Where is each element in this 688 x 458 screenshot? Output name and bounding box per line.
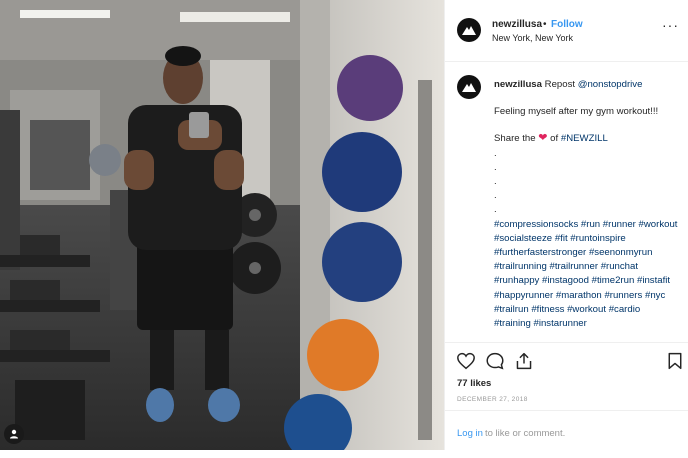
profile-avatar[interactable] <box>457 18 481 42</box>
caption-avatar[interactable] <box>457 75 481 99</box>
hashtag-link[interactable]: #runtoinspire <box>570 233 625 244</box>
hashtag-link[interactable]: #happyrunner <box>494 290 553 301</box>
hashtag-link[interactable]: #trailrunner <box>549 261 598 272</box>
person-icon <box>10 429 18 439</box>
hashtag-link[interactable]: #runners <box>604 290 642 301</box>
caption-area: newzillusa Repost @nonstopdrive Feeling … <box>445 63 688 342</box>
caption-username[interactable]: newzillusa <box>494 79 542 90</box>
follow-button[interactable]: Follow <box>551 19 583 30</box>
tagged-user-icon[interactable] <box>4 424 24 444</box>
hashtag-link[interactable]: #instafit <box>637 275 670 286</box>
hashtag-link[interactable]: #furtherfasterstronger <box>494 247 586 258</box>
more-options-icon[interactable]: ··· <box>662 18 679 32</box>
share-of: of <box>550 133 559 145</box>
dot-line: . <box>494 147 497 159</box>
header-separator: • <box>543 19 547 30</box>
caption-line: Feeling myself after my gym workout!!! <box>494 106 659 118</box>
hashtag-link[interactable]: #instagood <box>542 275 589 286</box>
login-prompt-text: to like or comment. <box>485 428 566 439</box>
hashtag-link[interactable]: #runner <box>603 219 636 230</box>
post-details-panel: newzillusa • Follow New York, New York ·… <box>444 0 688 450</box>
save-bookmark-icon[interactable] <box>667 352 683 370</box>
hashtag-link[interactable]: #nyc <box>645 290 665 301</box>
dot-line: . <box>494 204 497 216</box>
likes-count[interactable]: 77 likes <box>457 378 491 389</box>
hashtag-link[interactable]: #compressionsocks <box>494 219 578 230</box>
hashtag-link[interactable]: #NEWZILL <box>561 133 608 144</box>
login-prompt: Log in to like or comment. <box>445 410 688 450</box>
caption-text: newzillusa Repost @nonstopdrive Feeling … <box>494 78 679 331</box>
hashtag-link[interactable]: #runhappy <box>494 275 539 286</box>
newzill-logo-icon <box>462 26 476 35</box>
gym-selfie-image <box>0 0 444 450</box>
dot-line: . <box>494 161 497 173</box>
hashtag-link[interactable]: #run <box>581 219 600 230</box>
hashtag-link[interactable]: #cardio <box>609 304 640 315</box>
hashtag-link[interactable]: #fitness <box>531 304 564 315</box>
hashtag-link[interactable]: #instarunner <box>533 318 586 329</box>
hashtag-link[interactable]: #training <box>494 318 531 329</box>
hashtag-list: #compressionsocks #run #runner #workout … <box>494 218 679 332</box>
hashtag-link[interactable]: #fit <box>555 233 568 244</box>
post-photo[interactable] <box>0 0 444 450</box>
hashtag-link[interactable]: #trailrun <box>494 304 529 315</box>
login-link[interactable]: Log in <box>457 428 483 439</box>
share-line: Share the ❤ of #NEWZILL <box>494 132 679 146</box>
action-bar: 77 likes DECEMBER 27, 2018 <box>445 342 688 409</box>
newzill-logo-icon <box>462 83 476 92</box>
hashtag-link[interactable]: #seenonmyrun <box>589 247 652 258</box>
hashtag-link[interactable]: #socialsteeze <box>494 233 552 244</box>
dot-line: . <box>494 190 497 202</box>
hashtag-link[interactable]: #runchat <box>601 261 638 272</box>
header-username[interactable]: newzillusa <box>492 19 542 30</box>
post-location[interactable]: New York, New York <box>492 33 573 43</box>
hashtag-link[interactable]: #marathon <box>556 290 602 301</box>
repost-prefix: Repost <box>544 79 576 90</box>
post-date: DECEMBER 27, 2018 <box>457 396 528 403</box>
repost-handle-link[interactable]: @nonstopdrive <box>578 79 643 90</box>
like-heart-icon[interactable] <box>456 352 476 370</box>
comment-icon[interactable] <box>485 352 505 370</box>
hashtag-link[interactable]: #workout <box>639 219 678 230</box>
share-prefix: Share the <box>494 133 536 145</box>
heart-emoji-icon: ❤ <box>538 132 548 145</box>
post-header: newzillusa • Follow New York, New York ·… <box>445 0 688 62</box>
dot-line: . <box>494 176 497 188</box>
hashtag-link[interactable]: #workout <box>567 304 606 315</box>
hashtag-link[interactable]: #trailrunning <box>494 261 547 272</box>
share-icon[interactable] <box>514 352 534 370</box>
hashtag-link[interactable]: #time2run <box>592 275 635 286</box>
